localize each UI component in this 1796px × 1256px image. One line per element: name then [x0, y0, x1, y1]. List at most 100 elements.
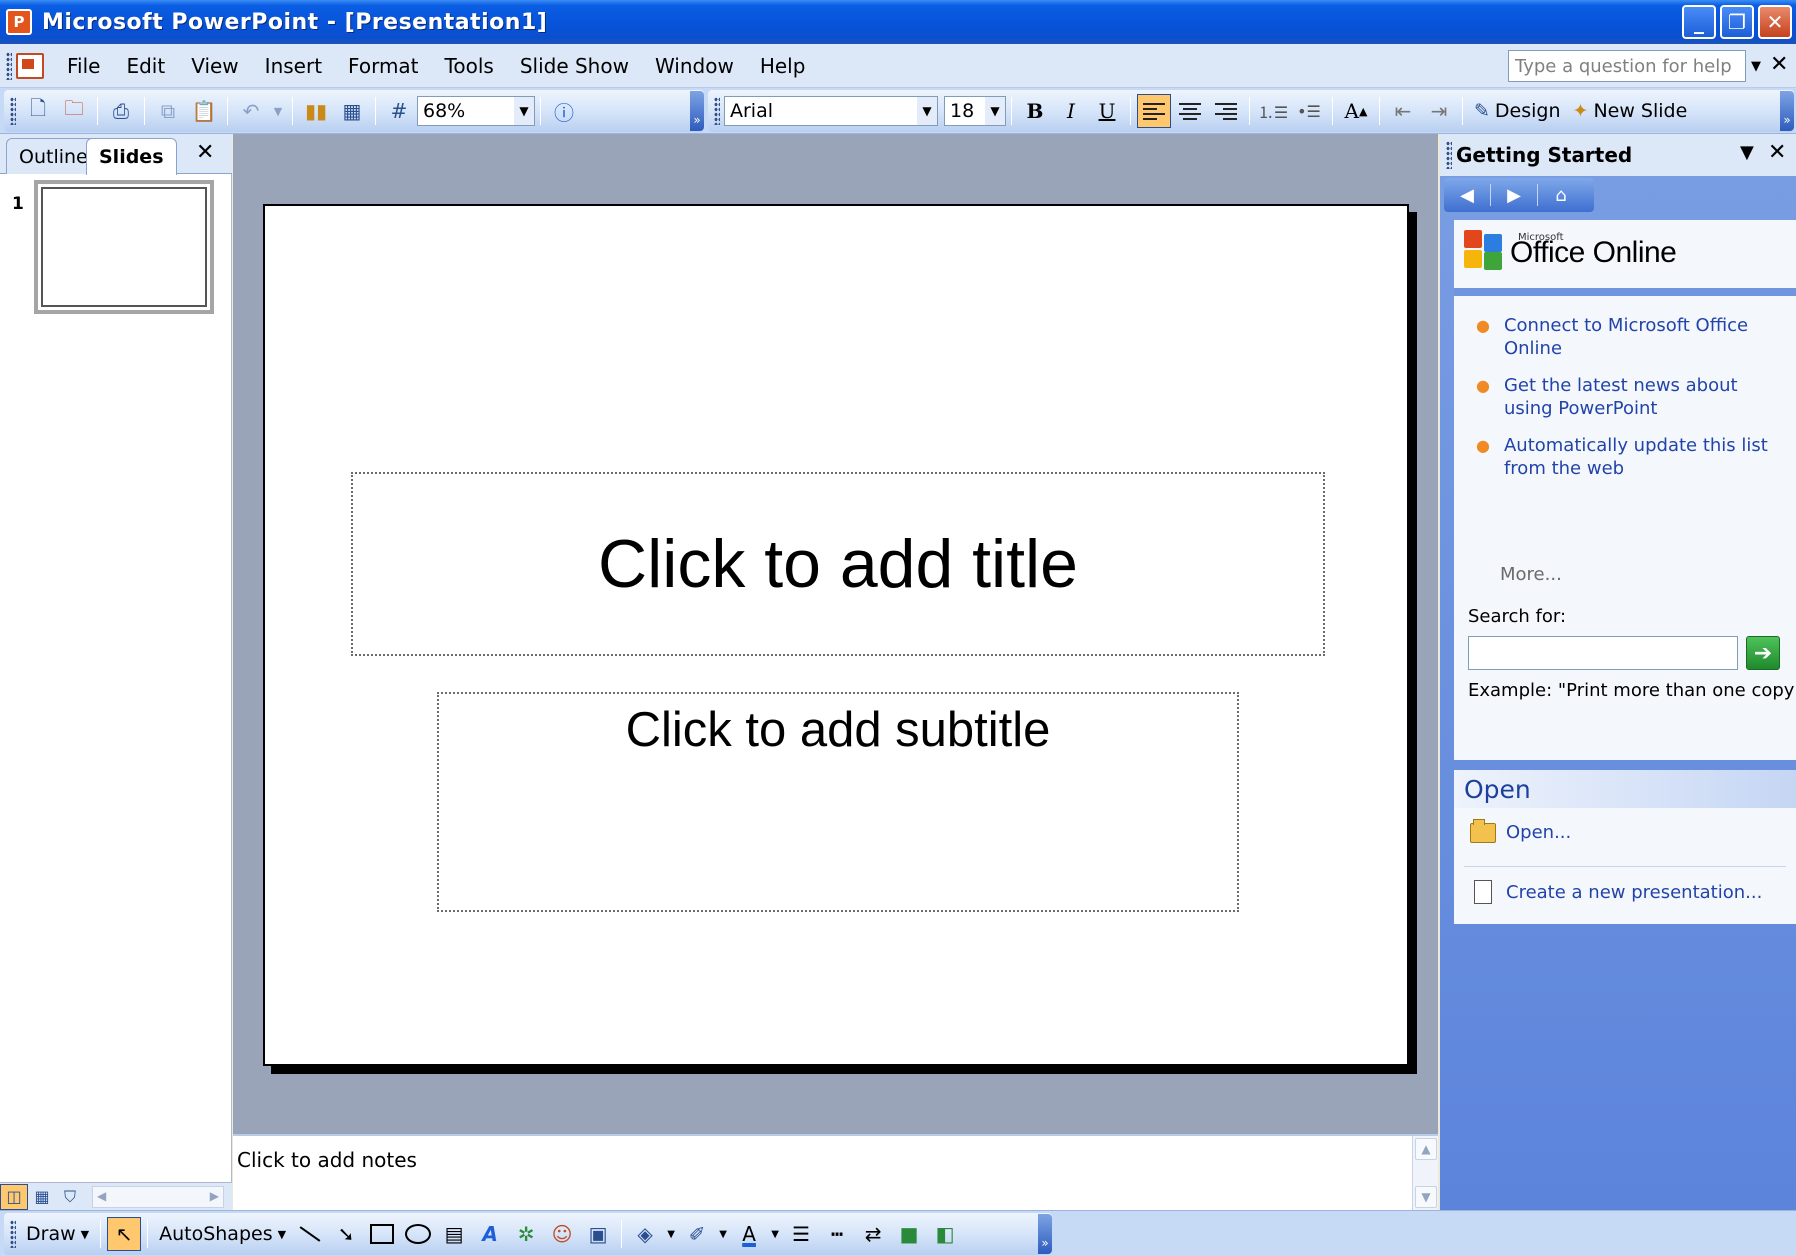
home-icon[interactable]: ⌂ — [1538, 180, 1584, 210]
menu-help[interactable]: Help — [747, 54, 819, 78]
insert-table-icon[interactable]: ▦ — [335, 94, 369, 128]
title-placeholder[interactable]: Click to add title — [351, 472, 1325, 656]
scroll-left-icon[interactable]: ◀ — [97, 1189, 106, 1203]
search-go-button[interactable]: ➔ — [1746, 636, 1780, 670]
drawing-grip-handle[interactable] — [10, 1220, 16, 1248]
font-size-select[interactable]: 18 ▼ — [944, 96, 1006, 126]
pane-horizontal-scrollbar[interactable]: ◀ ▶ — [92, 1185, 224, 1208]
decrease-indent-icon[interactable]: ⇤ — [1386, 94, 1420, 128]
align-left-icon[interactable] — [1137, 94, 1171, 128]
open-link-label[interactable]: Open... — [1506, 822, 1571, 843]
help-dropdown-icon[interactable]: ▼ — [1746, 50, 1766, 82]
formatting-grip-handle[interactable] — [714, 97, 720, 125]
3d-style-icon[interactable]: ◧ — [928, 1217, 962, 1251]
notes-scrollbar[interactable]: ▲ ▼ — [1412, 1136, 1438, 1212]
font-color-icon[interactable]: A — [732, 1217, 766, 1251]
zoom-dropdown-icon[interactable]: ▼ — [514, 97, 534, 125]
menu-insert[interactable]: Insert — [252, 54, 335, 78]
diagram-icon[interactable]: ✲ — [509, 1217, 543, 1251]
menu-slide-show[interactable]: Slide Show — [507, 54, 642, 78]
toolbar-options-chevron-icon[interactable]: » — [690, 91, 704, 131]
subtitle-placeholder[interactable]: Click to add subtitle — [437, 692, 1239, 912]
line-style-icon[interactable]: ☰ — [784, 1217, 818, 1251]
font-color-dropdown-icon[interactable]: ▼ — [768, 1217, 782, 1251]
align-right-icon[interactable] — [1209, 94, 1243, 128]
undo-icon[interactable]: ↶ — [234, 94, 268, 128]
minimize-button[interactable]: _ — [1682, 5, 1716, 39]
font-size-dropdown-icon[interactable]: ▼ — [985, 97, 1005, 125]
help-question-input[interactable]: Type a question for help — [1508, 50, 1746, 82]
fill-color-dropdown-icon[interactable]: ▼ — [664, 1217, 678, 1251]
arrow-tool-icon[interactable]: ➘ — [329, 1217, 363, 1251]
menu-grip-handle[interactable] — [6, 51, 12, 80]
restore-button[interactable]: ❐ — [1720, 5, 1754, 39]
line-tool-icon[interactable] — [293, 1217, 327, 1251]
normal-view-icon[interactable]: ◫ — [0, 1183, 28, 1210]
increase-font-size-icon[interactable]: A ▲ — [1339, 94, 1373, 128]
line-color-icon[interactable]: ✐ — [680, 1217, 714, 1251]
wordart-icon[interactable]: A — [473, 1217, 507, 1251]
insert-chart-icon[interactable]: ▮▮ — [299, 94, 333, 128]
list-item[interactable]: ● Connect to Microsoft Office Online — [1476, 314, 1786, 360]
notes-pane[interactable]: Click to add notes ▲ ▼ — [233, 1134, 1438, 1212]
menu-edit[interactable]: Edit — [113, 54, 178, 78]
formatting-options-chevron-icon[interactable]: » — [1780, 91, 1794, 131]
tab-slides[interactable]: Slides — [86, 138, 177, 175]
slide-thumbnail[interactable] — [34, 180, 214, 314]
scroll-up-icon[interactable]: ▲ — [1415, 1138, 1437, 1160]
new-document-icon[interactable]: 🗋 — [21, 94, 55, 128]
new-slide-button[interactable]: ✦ New Slide — [1567, 94, 1694, 128]
menu-format[interactable]: Format — [335, 54, 431, 78]
document-menu-icon[interactable] — [16, 52, 44, 79]
bullets-icon[interactable]: •☰ — [1292, 94, 1326, 128]
toolbar-grip-handle[interactable] — [10, 97, 16, 125]
zoom-select[interactable]: 68% ▼ — [417, 96, 535, 126]
task-pane-title[interactable]: Getting Started — [1456, 143, 1632, 167]
numbering-icon[interactable]: ⒈☰ — [1256, 94, 1290, 128]
open-folder-icon[interactable]: 🗀 — [57, 94, 91, 128]
link-auto-update[interactable]: Automatically update this list from the … — [1504, 434, 1786, 480]
paste-icon[interactable]: 📋 — [187, 94, 221, 128]
scroll-right-icon[interactable]: ▶ — [210, 1189, 219, 1203]
task-pane-grip-handle[interactable] — [1446, 141, 1452, 169]
menu-view[interactable]: View — [178, 54, 251, 78]
scroll-down-icon[interactable]: ▼ — [1415, 1186, 1437, 1208]
slide-sorter-view-icon[interactable]: ▦ — [28, 1184, 56, 1210]
forward-arrow-icon[interactable]: ▶ — [1491, 180, 1537, 210]
rectangle-tool-icon[interactable] — [365, 1217, 399, 1251]
close-pane-button[interactable]: ✕ — [196, 140, 214, 165]
insert-picture-icon[interactable]: ▣ — [581, 1217, 615, 1251]
open-link[interactable]: Open... — [1470, 818, 1571, 843]
copy-icon[interactable]: ⧉ — [151, 94, 185, 128]
list-item[interactable]: ● Get the latest news about using PowerP… — [1476, 374, 1786, 420]
slide-canvas[interactable]: Click to add title Click to add subtitle — [263, 204, 1409, 1066]
arrow-style-icon[interactable]: ⇄ — [856, 1217, 890, 1251]
menu-tools[interactable]: Tools — [432, 54, 507, 78]
line-color-dropdown-icon[interactable]: ▼ — [716, 1217, 730, 1251]
link-connect-office-online[interactable]: Connect to Microsoft Office Online — [1504, 314, 1786, 360]
text-box-icon[interactable]: ▤ — [437, 1217, 471, 1251]
autoshapes-menu-button[interactable]: AutoShapes ▼ — [153, 1223, 292, 1245]
font-name-select[interactable]: Arial ▼ — [724, 96, 938, 126]
clip-art-icon[interactable]: ☺ — [545, 1217, 579, 1251]
select-objects-arrow-icon[interactable]: ↖ — [107, 1217, 142, 1251]
create-presentation-label[interactable]: Create a new presentation... — [1506, 882, 1762, 903]
bold-button[interactable]: B — [1018, 94, 1052, 128]
italic-button[interactable]: I — [1054, 94, 1088, 128]
help-icon[interactable]: ⓘ — [547, 94, 581, 128]
create-presentation-link[interactable]: Create a new presentation... — [1470, 880, 1762, 904]
search-input[interactable] — [1468, 636, 1738, 670]
close-document-button[interactable]: ✕ — [1770, 52, 1788, 77]
undo-dropdown-icon[interactable]: ▼ — [270, 94, 286, 128]
shadow-style-icon[interactable]: ■ — [892, 1217, 926, 1251]
draw-menu-button[interactable]: Draw ▼ — [20, 1223, 95, 1245]
dash-style-icon[interactable]: ┅ — [820, 1217, 854, 1251]
list-item[interactable]: ● Automatically update this list from th… — [1476, 434, 1786, 480]
close-window-button[interactable]: ✕ — [1758, 5, 1792, 39]
notes-placeholder[interactable]: Click to add notes — [237, 1148, 417, 1172]
task-pane-dropdown-icon[interactable]: ▼ — [1740, 142, 1754, 163]
fill-color-icon[interactable]: ◈ — [628, 1217, 662, 1251]
align-center-icon[interactable] — [1173, 94, 1207, 128]
underline-button[interactable]: U — [1090, 94, 1124, 128]
increase-indent-icon[interactable]: ⇥ — [1422, 94, 1456, 128]
